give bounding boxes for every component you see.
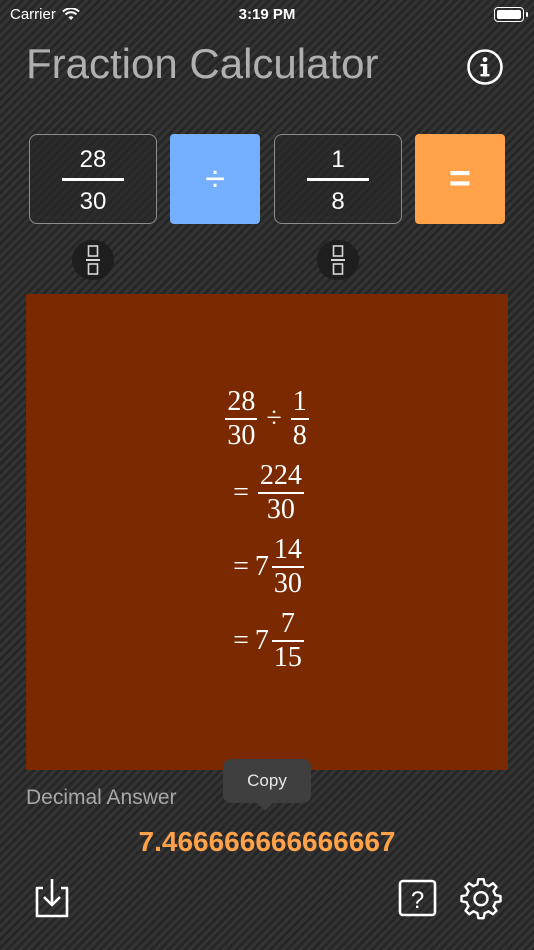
second-numerator[interactable]: 1	[275, 146, 401, 174]
step-simplified: = 7 7 15	[26, 604, 508, 678]
decimal-answer-label: Decimal Answer	[26, 786, 177, 809]
svg-text:?: ?	[411, 887, 424, 914]
whole-number: 7	[254, 625, 269, 656]
info-icon[interactable]	[466, 48, 504, 86]
step-improper: = 224 30	[26, 456, 508, 530]
denominator: 8	[292, 419, 307, 451]
second-fraction-toggle[interactable]	[317, 240, 359, 280]
fraction-bar	[307, 178, 369, 181]
step-lhs-fraction: 28 30	[225, 386, 258, 451]
step-mixed: = 7 14 30	[26, 530, 508, 604]
second-denominator[interactable]: 8	[275, 188, 401, 216]
second-fraction-input[interactable]: 1 8	[274, 134, 402, 224]
equals-symbol: =	[233, 477, 249, 508]
first-numerator[interactable]: 28	[30, 146, 156, 174]
battery-icon	[494, 7, 528, 22]
step-expression: 28 30 ÷ 1 8	[26, 382, 508, 456]
step-fraction: 14 30	[271, 534, 304, 599]
numerator: 7	[280, 608, 295, 640]
copy-tooltip[interactable]: Copy	[223, 759, 311, 811]
decimal-answer-value[interactable]: 7.466666666666667	[0, 826, 534, 858]
download-icon[interactable]	[30, 876, 74, 920]
step-fraction: 224 30	[257, 460, 304, 525]
help-icon[interactable]: ?	[396, 876, 440, 920]
denominator: 30	[273, 567, 302, 599]
step-fraction: 7 15	[271, 608, 304, 673]
numerator: 224	[259, 460, 302, 492]
fraction-icon	[331, 245, 345, 275]
numerator: 14	[273, 534, 302, 566]
first-fraction-toggle[interactable]	[72, 240, 114, 280]
denominator: 30	[227, 419, 256, 451]
operator-button[interactable]: ÷	[170, 134, 260, 224]
result-panel: 28 30 ÷ 1 8 = 224 30 = 7 14 30 = 7 7 15	[26, 294, 508, 770]
whole-number: 7	[254, 551, 269, 582]
operator-symbol: ÷	[266, 403, 282, 434]
denominator: 15	[273, 641, 302, 673]
first-fraction-input[interactable]: 28 30	[29, 134, 157, 224]
first-denominator[interactable]: 30	[30, 188, 156, 216]
status-bar: Carrier 3:19 PM	[0, 0, 534, 28]
numerator: 1	[292, 386, 307, 418]
status-time: 3:19 PM	[238, 6, 296, 23]
numerator: 28	[227, 386, 256, 418]
fraction-bar	[62, 178, 124, 181]
solution-steps: 28 30 ÷ 1 8 = 224 30 = 7 14 30 = 7 7 15	[26, 382, 508, 678]
denominator: 30	[266, 493, 295, 525]
equals-button[interactable]: =	[415, 134, 505, 224]
gear-icon[interactable]	[459, 876, 503, 920]
fraction-icon	[86, 245, 100, 275]
equals-symbol: =	[233, 625, 249, 656]
equals-symbol: =	[233, 551, 249, 582]
page-title: Fraction Calculator	[26, 40, 379, 87]
step-rhs-fraction: 1 8	[290, 386, 309, 451]
